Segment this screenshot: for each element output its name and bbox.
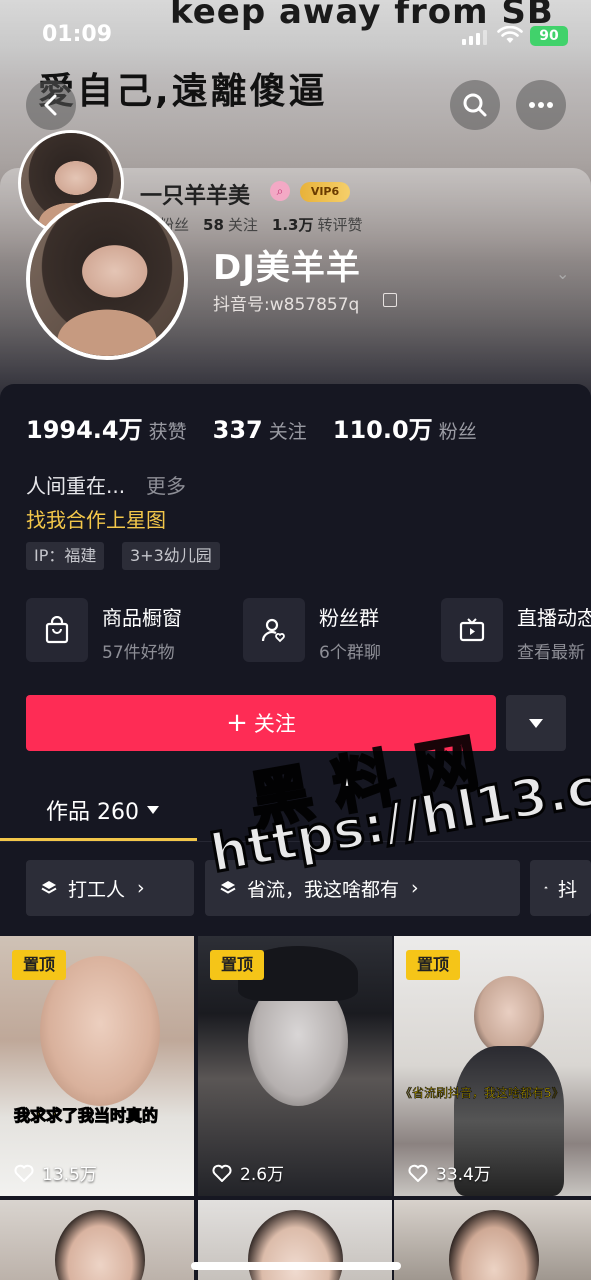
- profile-stats: 1994.4万 获赞 337 关注 110.0万 粉丝: [26, 410, 477, 445]
- pinned-badge: 置顶: [12, 950, 66, 980]
- search-badge-icon: ⌕: [270, 181, 290, 201]
- bio-text: 人间重在...: [26, 474, 126, 498]
- alt-account-name: 一只羊羊美: [140, 184, 251, 209]
- stat-followers[interactable]: 110.0万 粉丝: [333, 410, 477, 445]
- feature-title: 粉丝群: [319, 606, 379, 630]
- home-indicator[interactable]: [191, 1262, 401, 1270]
- alt-stat-following: 58 关注: [203, 216, 258, 234]
- video-thumbnail[interactable]: [394, 1200, 591, 1280]
- video-caption: 我求求了我当时真的: [13, 1106, 159, 1126]
- more-options-button[interactable]: [516, 80, 566, 130]
- stat-likes[interactable]: 1994.4万 获赞: [26, 410, 187, 445]
- douyin-id: 抖音号:w857857q: [213, 295, 360, 315]
- pinned-badge: 置顶: [210, 950, 264, 980]
- cellular-signal-icon: [462, 30, 487, 45]
- feature-subtitle: 6个群聊: [319, 643, 381, 663]
- plus-icon: +: [226, 708, 248, 738]
- vip-badge: VIP6: [300, 182, 350, 202]
- video-thumbnail[interactable]: 置顶 2.6万: [198, 936, 392, 1196]
- ip-location-tag: IP：福建: [26, 542, 105, 570]
- chevron-right-icon: ›: [137, 877, 145, 899]
- video-likes: 33.4万: [408, 1160, 491, 1185]
- wifi-icon: [497, 26, 523, 43]
- heart-icon: [408, 1164, 428, 1182]
- search-button[interactable]: [450, 80, 500, 130]
- feature-subtitle: 57件好物: [102, 643, 175, 663]
- video-caption: 《省流刷抖音，我这啥都有5》: [400, 1086, 564, 1101]
- feature-title: 商品橱窗: [102, 606, 182, 630]
- status-bar: 01:09 90: [0, 0, 591, 70]
- shopping-bag-icon: [26, 598, 88, 662]
- video-likes: 2.6万: [212, 1160, 284, 1185]
- video-likes: 13.5万: [14, 1160, 97, 1185]
- chevron-down-icon[interactable]: ⌄: [556, 264, 569, 283]
- bio-more-link[interactable]: 更多: [146, 470, 186, 499]
- video-thumbnail[interactable]: [0, 1200, 194, 1280]
- follow-label: 关注: [253, 712, 296, 736]
- video-thumbnail[interactable]: 置顶 我求求了我当时真的 13.5万: [0, 936, 194, 1196]
- pinned-badge: 置顶: [406, 950, 460, 980]
- business-link[interactable]: 找我合作上星图: [26, 504, 166, 533]
- stack-icon: [41, 881, 57, 894]
- alt-stat-interactions: 1.3万 转评赞: [271, 216, 363, 234]
- triangle-down-icon: [147, 806, 159, 814]
- fan-group-icon: [243, 598, 305, 662]
- profile-avatar[interactable]: [26, 198, 188, 360]
- recommend-dropdown-button[interactable]: [506, 695, 566, 751]
- live-tv-icon: [441, 598, 503, 662]
- status-time: 01:09: [42, 22, 113, 47]
- feature-subtitle: 查看最新: [517, 643, 585, 663]
- profile-name: DJ美羊羊: [213, 248, 361, 288]
- feature-title: 直播动态: [517, 606, 591, 630]
- collection-chip[interactable]: 打工人 ›: [26, 860, 194, 916]
- copy-icon[interactable]: [383, 293, 397, 307]
- chevron-left-icon: [44, 94, 57, 116]
- stack-icon: [544, 886, 548, 890]
- video-thumbnail[interactable]: 置顶 《省流刷抖音，我这啥都有5》 33.4万: [394, 936, 591, 1196]
- triangle-down-icon: [529, 718, 543, 728]
- tab-works[interactable]: 作品 260: [46, 794, 159, 826]
- more-dots-icon: [529, 102, 553, 108]
- heart-icon: [212, 1164, 232, 1182]
- school-tag[interactable]: 3+3幼儿园: [122, 542, 220, 570]
- stat-following[interactable]: 337 关注: [213, 416, 307, 444]
- heart-icon: [14, 1164, 34, 1182]
- battery-indicator: 90: [530, 26, 568, 46]
- chevron-right-icon: ›: [411, 877, 419, 899]
- collection-chip[interactable]: 抖: [530, 860, 591, 916]
- back-button[interactable]: [26, 80, 76, 130]
- search-icon: [463, 93, 487, 117]
- tab-works-label: 作品 260: [46, 800, 139, 825]
